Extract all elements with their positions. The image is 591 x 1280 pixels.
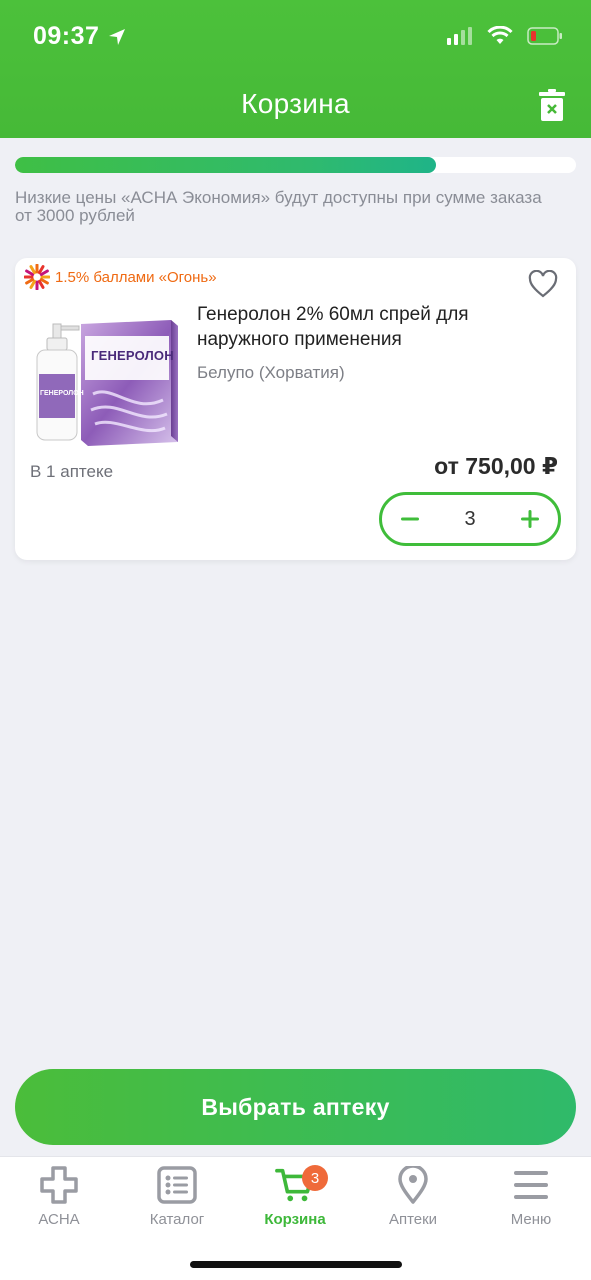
product-manufacturer: Белупо (Хорватия)	[197, 363, 345, 382]
menu-icon	[511, 1165, 551, 1205]
cross-icon	[39, 1165, 79, 1205]
availability-text: В 1 аптеке	[30, 462, 114, 481]
product-package-illustration	[36, 320, 178, 446]
list-icon	[157, 1165, 197, 1205]
header-bar: 09:37 Корзина	[0, 0, 591, 138]
product-price: от 750,00 ₽	[434, 453, 558, 479]
economy-progress-bar	[15, 157, 576, 173]
bonus-badge: 1.5% баллами «Огонь»	[24, 264, 217, 290]
economy-progress-fill	[15, 157, 436, 173]
increase-quantity-button[interactable]	[518, 507, 542, 531]
product-image[interactable]: ГЕНЕРОЛОН ГЕНЕРОЛОН	[33, 314, 183, 446]
cart-count-badge: 3	[302, 1165, 328, 1191]
tab-cart[interactable]: 3 Корзина	[236, 1165, 354, 1235]
battery-icon	[527, 27, 562, 45]
home-indicator	[190, 1261, 402, 1268]
status-time-text: 09:37	[33, 22, 100, 50]
choose-pharmacy-button[interactable]: Выбрать аптеку	[15, 1069, 576, 1145]
decrease-quantity-button[interactable]	[398, 507, 422, 531]
cart-item-card[interactable]: 1.5% баллами «Огонь» ГЕНЕРОЛОН ГЕНЕРОЛОН…	[15, 258, 576, 560]
location-pin-icon	[393, 1165, 433, 1205]
plus-icon	[521, 510, 539, 528]
economy-note: Низкие цены «АСНА Экономия» будут доступ…	[15, 188, 542, 225]
tab-label: АСНА	[38, 1211, 80, 1228]
quantity-value: 3	[464, 507, 476, 530]
product-title[interactable]: Генеролон 2% 60мл спрей для наружного пр…	[197, 302, 537, 352]
bonus-label: 1.5% баллами «Огонь»	[55, 268, 217, 286]
trash-icon	[539, 89, 565, 121]
favorite-button[interactable]	[528, 269, 558, 298]
clear-cart-button[interactable]	[537, 88, 567, 122]
tab-asna[interactable]: АСНА	[0, 1165, 118, 1235]
tab-label: Аптеки	[388, 1211, 438, 1228]
tab-menu[interactable]: Меню	[472, 1165, 590, 1235]
wifi-icon	[487, 26, 513, 44]
status-time: 09:37	[33, 22, 127, 51]
tab-label: Корзина	[264, 1211, 326, 1228]
tab-label: Меню	[510, 1211, 552, 1228]
fire-bonus-icon	[24, 264, 50, 290]
cellular-signal-icon	[447, 27, 472, 45]
page-title: Корзина	[241, 88, 350, 119]
status-icons	[447, 26, 563, 46]
minus-icon	[401, 517, 419, 521]
tab-catalog[interactable]: Каталог	[118, 1165, 236, 1235]
heart-icon	[528, 269, 558, 298]
tab-label: Каталог	[149, 1211, 205, 1228]
bottom-tab-bar: АСНА Каталог 3 Корзина Аптеки Меню	[0, 1156, 591, 1280]
tab-pharmacies[interactable]: Аптеки	[354, 1165, 472, 1235]
package-brand-text: ГЕНЕРОЛОН	[91, 348, 174, 363]
quantity-stepper: 3	[379, 492, 561, 546]
bottle-brand-text: ГЕНЕРОЛОН	[40, 390, 84, 397]
location-arrow-icon	[109, 28, 126, 45]
